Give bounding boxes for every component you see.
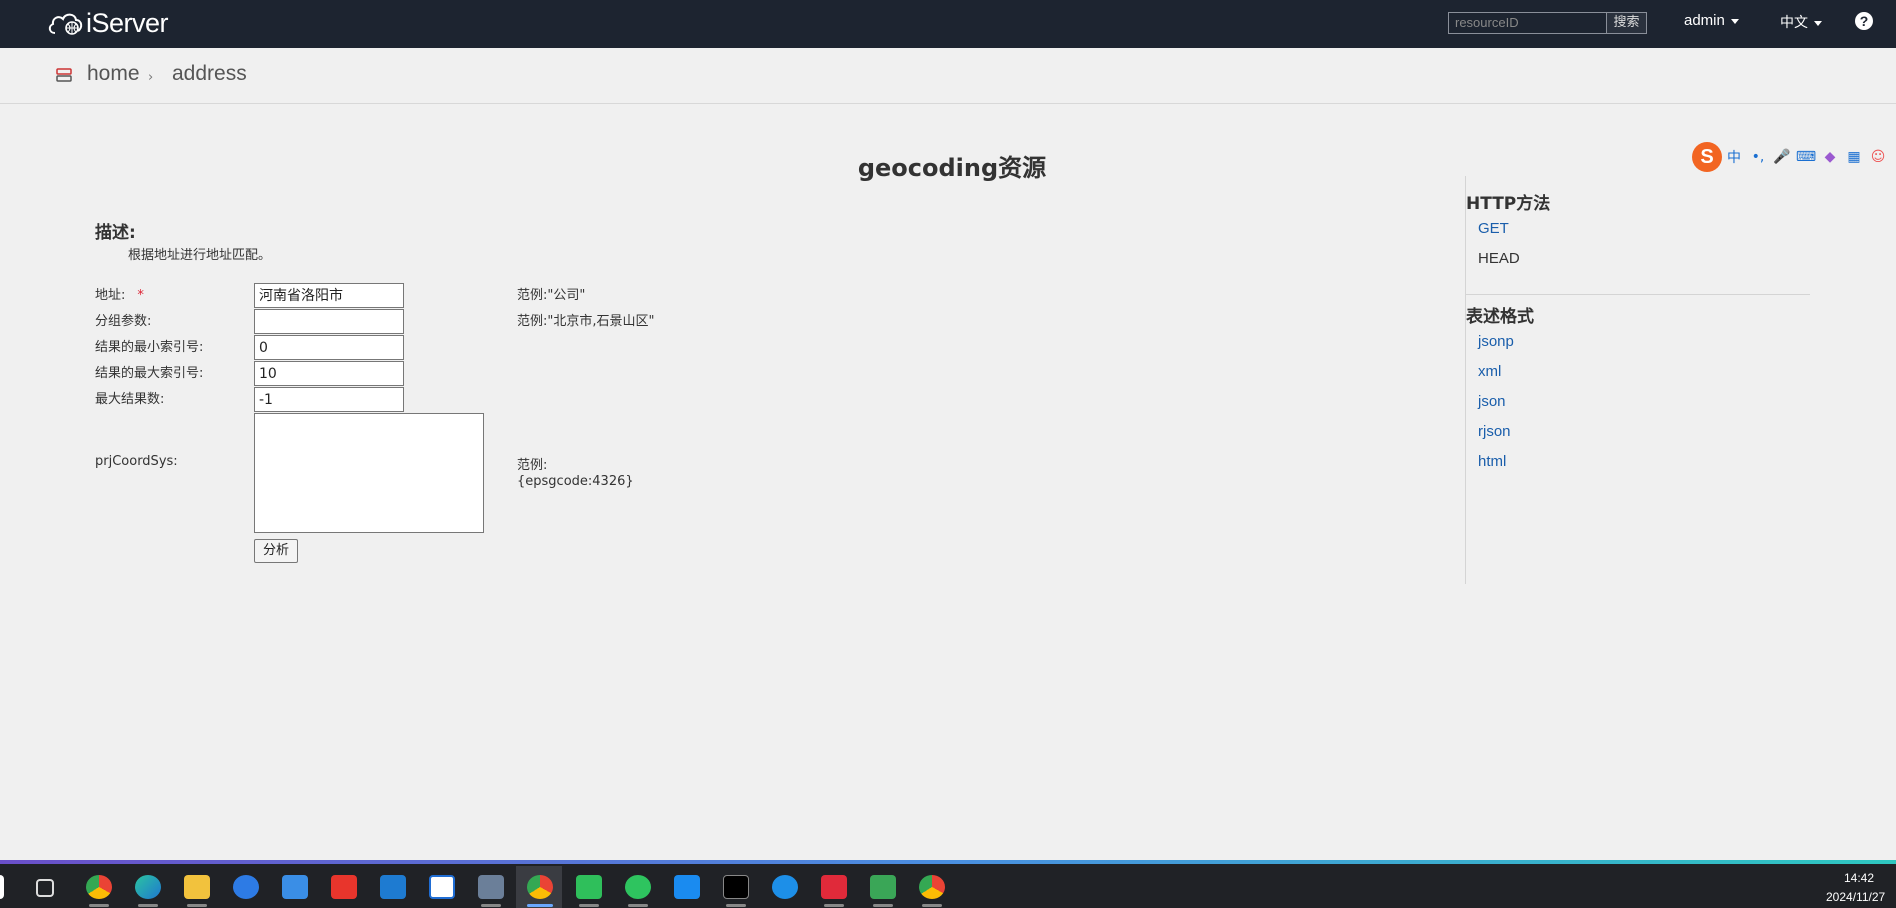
running-indicator: [579, 904, 599, 907]
running-indicator: [89, 904, 109, 907]
method-head-text: HEAD: [1478, 250, 1520, 267]
format-jsonp-link[interactable]: jsonp: [1478, 333, 1514, 350]
user-menu[interactable]: admin: [1684, 12, 1739, 29]
max-index-input[interactable]: 10: [254, 361, 404, 386]
punctuation-icon[interactable]: •,: [1746, 149, 1770, 165]
description-heading: 描述:: [95, 223, 136, 243]
chrome-icon[interactable]: [919, 875, 945, 899]
clock-time[interactable]: 14:42: [1844, 871, 1874, 885]
address-label-text: 地址:: [95, 288, 126, 303]
file-explorer-icon[interactable]: [184, 875, 210, 899]
chrome-icon[interactable]: [527, 875, 553, 899]
description-text: 根据地址进行地址匹配。: [128, 248, 272, 263]
keyboard-icon[interactable]: ⌨: [1794, 149, 1818, 165]
format-json-link[interactable]: json: [1478, 393, 1506, 410]
server-icon: [56, 68, 72, 82]
min-index-label: 结果的最小索引号:: [95, 340, 204, 355]
breadcrumb: home › address: [0, 48, 1896, 104]
resource-id-search-input[interactable]: resourceID: [1448, 12, 1607, 34]
language-menu[interactable]: 中文: [1780, 12, 1822, 32]
running-indicator: [726, 904, 746, 907]
method-get-link[interactable]: GET: [1478, 220, 1509, 237]
help-icon[interactable]: ?: [1855, 12, 1873, 30]
group-label: 分组参数:: [95, 314, 152, 329]
remote-desktop-icon[interactable]: [478, 875, 504, 899]
wechat-icon[interactable]: [625, 875, 651, 899]
chevron-down-icon: [1730, 18, 1739, 24]
breadcrumb-separator: ›: [148, 70, 154, 85]
face-icon[interactable]: ☺: [1866, 149, 1890, 165]
resource-sidebar: [1465, 176, 1810, 584]
http-methods-heading: HTTP方法: [1466, 194, 1551, 214]
format-rjson-link[interactable]: rjson: [1478, 423, 1511, 440]
running-indicator: [628, 904, 648, 907]
search-button[interactable]: 搜索: [1606, 12, 1647, 34]
ime-toolbar: S 中 •, 🎤 ⌨ ◆ ▦ ☺: [1692, 142, 1896, 172]
user-name: admin: [1684, 12, 1725, 29]
group-input[interactable]: [254, 309, 404, 334]
prj-hint-label: 范例:: [517, 458, 548, 473]
running-indicator: [138, 904, 158, 907]
terminal-icon[interactable]: [723, 875, 749, 899]
chevron-down-icon: [1814, 20, 1822, 26]
grid-icon[interactable]: ▦: [1842, 149, 1866, 165]
address-input[interactable]: 河南省洛阳市: [254, 283, 404, 308]
sidebar-divider: [1466, 294, 1810, 295]
edge-icon[interactable]: [135, 875, 161, 899]
format-html-link[interactable]: html: [1478, 453, 1506, 470]
chinese-mode-icon[interactable]: 中: [1722, 147, 1746, 167]
brand-name: iServer: [86, 7, 169, 38]
max-result-input[interactable]: -1: [254, 387, 404, 412]
max-index-label: 结果的最大索引号:: [95, 366, 204, 381]
address-label: 地址: *: [95, 284, 144, 303]
vscode-icon[interactable]: [380, 875, 406, 899]
skin-icon[interactable]: ◆: [1818, 149, 1842, 165]
cloud-icon: [48, 13, 83, 35]
app-blue-icon[interactable]: [674, 875, 700, 899]
prj-coord-sys-textarea[interactable]: [254, 413, 484, 533]
active-indicator: [527, 904, 553, 907]
group-hint: 范例:"北京市,石景山区": [517, 314, 655, 329]
task-view-icon[interactable]: [36, 879, 54, 897]
chrome-icon[interactable]: [86, 875, 112, 899]
prj-hint-example: {epsgcode:4326}: [517, 474, 634, 489]
start-icon[interactable]: [0, 875, 4, 899]
formats-heading: 表述格式: [1466, 307, 1534, 327]
feishu-icon[interactable]: [282, 875, 308, 899]
app-circle-icon[interactable]: [772, 875, 798, 899]
app-d-icon[interactable]: [429, 875, 455, 899]
language-label: 中文: [1780, 15, 1808, 31]
address-hint: 范例:"公司": [517, 288, 586, 303]
iserver-logo[interactable]: iServer: [46, 7, 169, 38]
format-xml-link[interactable]: xml: [1478, 363, 1501, 380]
running-indicator: [922, 904, 942, 907]
analyze-button[interactable]: 分析: [254, 539, 298, 563]
breadcrumb-home-link[interactable]: home: [87, 62, 140, 86]
running-indicator: [873, 904, 893, 907]
browser-icon[interactable]: [233, 875, 259, 899]
sogou-logo-icon[interactable]: S: [1692, 142, 1722, 172]
top-navbar: iServer resourceID 搜索 admin 中文 ?: [0, 0, 1896, 48]
required-mark: *: [137, 288, 144, 303]
running-indicator: [187, 904, 207, 907]
running-indicator: [481, 904, 501, 907]
max-result-label: 最大结果数:: [95, 392, 165, 407]
clock-date[interactable]: 2024/11/27: [1826, 890, 1885, 904]
running-indicator: [824, 904, 844, 907]
app-green-icon[interactable]: [576, 875, 602, 899]
vpn-icon[interactable]: [870, 875, 896, 899]
microphone-icon[interactable]: 🎤: [1770, 149, 1794, 165]
wps-icon[interactable]: [331, 875, 357, 899]
prj-coord-sys-label: prjCoordSys:: [95, 454, 178, 469]
min-index-input[interactable]: 0: [254, 335, 404, 360]
app-red-icon[interactable]: [821, 875, 847, 899]
breadcrumb-current: address: [172, 62, 247, 85]
